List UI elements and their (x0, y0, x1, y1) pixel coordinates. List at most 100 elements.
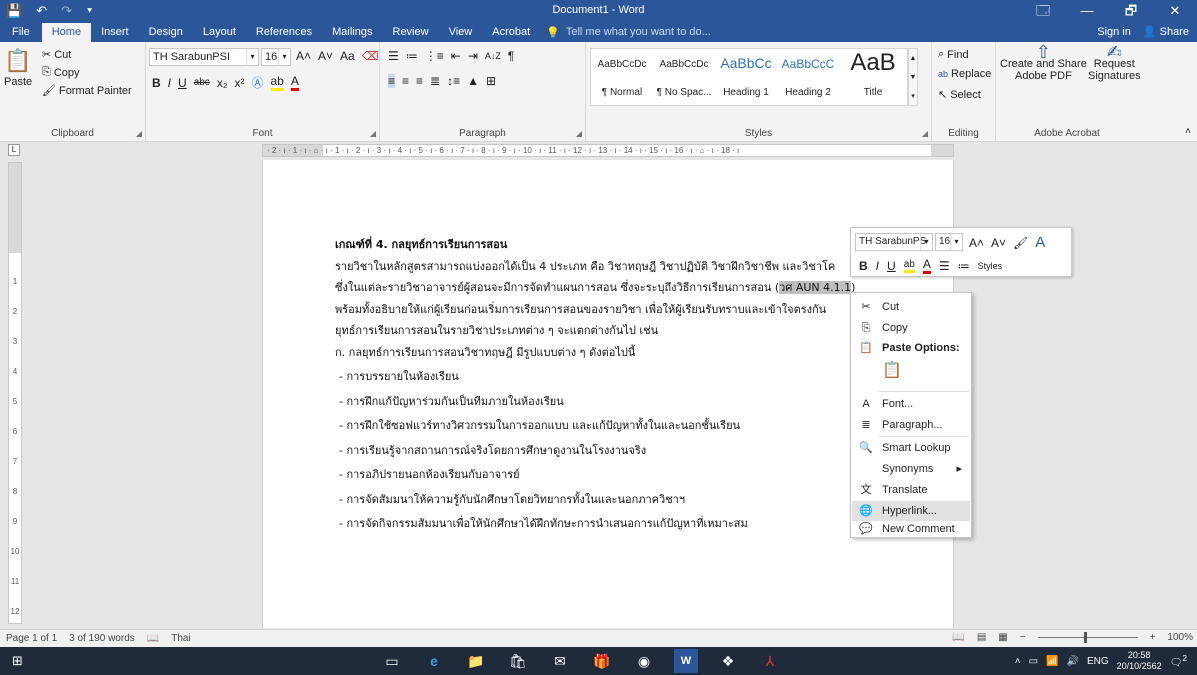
italic-icon[interactable]: I (876, 259, 879, 273)
style-heading-2[interactable]: AaBbCcC Heading 2 (777, 49, 839, 105)
text-effects-icon[interactable]: Ⓐ (251, 74, 263, 91)
copy-button[interactable]: ⎘ Copy (42, 66, 80, 79)
bold-icon[interactable]: B (859, 259, 868, 273)
tab-layout[interactable]: Layout (193, 22, 246, 42)
gift-icon[interactable]: 🎁 (590, 649, 614, 673)
replace-button[interactable]: ab Replace (938, 68, 991, 80)
web-layout-icon[interactable]: ▦ (998, 632, 1007, 643)
tab-references[interactable]: References (246, 22, 322, 42)
tab-view[interactable]: View (439, 22, 483, 42)
tab-selector[interactable]: L (8, 144, 20, 156)
word-count[interactable]: 3 of 190 words (69, 633, 135, 644)
minimize-button[interactable]: — (1065, 0, 1109, 22)
multilevel-list-icon[interactable]: ⋮≡ (425, 49, 444, 63)
network-icon[interactable]: 📶 (1046, 656, 1058, 667)
menu-item-translate[interactable]: 文 Translate (852, 480, 970, 500)
app-icon[interactable]: ❖ (716, 649, 740, 673)
find-button[interactable]: ⌕ Find (938, 48, 969, 61)
page-count[interactable]: Page 1 of 1 (6, 633, 57, 644)
decrease-indent-icon[interactable]: ⇤ (451, 49, 461, 63)
read-mode-icon[interactable]: 📖 (952, 632, 964, 643)
show-marks-button[interactable]: ¶ (508, 49, 514, 63)
bullets-icon[interactable]: ☰ (388, 49, 399, 63)
select-button[interactable]: ↖ Select (938, 88, 981, 102)
style-normal[interactable]: AaBbCcDc ¶ Normal (591, 49, 653, 105)
numbering-icon[interactable]: ≔ (406, 49, 418, 63)
format-painter-icon[interactable]: 🖌 (1013, 236, 1028, 250)
menu-item-hyperlink[interactable]: 🌐 Hyperlink... (852, 501, 970, 521)
mini-font-combo[interactable]: TH SarabunPS ▾ (855, 233, 933, 251)
format-painter-button[interactable]: 🖌 Format Painter (42, 84, 132, 98)
menu-item-new-comment[interactable]: 💬 New Comment (852, 519, 970, 539)
superscript-button[interactable]: x² (234, 76, 244, 90)
highlight-icon[interactable]: ab (270, 74, 284, 91)
tab-home[interactable]: Home (41, 23, 92, 43)
bullets-icon[interactable]: ☰ (939, 259, 950, 273)
file-explorer-icon[interactable]: 📁 (464, 649, 488, 673)
volume-icon[interactable]: 🔊 (1066, 656, 1078, 667)
font-color-icon[interactable]: A (922, 257, 931, 274)
language-indicator[interactable]: Thai (171, 633, 190, 644)
edge-icon[interactable]: e (422, 649, 446, 673)
zoom-in-icon[interactable]: + (1150, 632, 1156, 643)
vertical-ruler[interactable]: 1 2 3 4 5 6 7 8 9 10 11 12 (8, 162, 22, 624)
shrink-font-button[interactable]: A˅ (318, 49, 333, 63)
underline-icon[interactable]: U (887, 259, 896, 273)
style-no-spacing[interactable]: AaBbCcDc ¶ No Spac... (653, 49, 715, 105)
show-hidden-icon[interactable]: ˄ (1015, 656, 1021, 667)
menu-item-cut[interactable]: ✂ Cut (852, 297, 970, 317)
horizontal-ruler[interactable]: · 2 · ı · 1 · ı · ⌂ · ı · 1 · ı · 2 · ı … (262, 144, 954, 157)
mail-icon[interactable]: ✉ (548, 649, 572, 673)
input-language[interactable]: ENG (1087, 656, 1109, 667)
grow-font-button[interactable]: A˄ (296, 49, 311, 63)
font-size-combo[interactable]: 16 ▾ (261, 48, 291, 66)
zoom-out-icon[interactable]: − (1020, 632, 1026, 643)
style-title[interactable]: AaB Title (839, 49, 907, 105)
styles-launcher-icon[interactable]: ◢ (922, 129, 928, 138)
clear-formatting-icon[interactable]: ⌫ (362, 49, 379, 63)
mini-styles-button[interactable]: Styles (978, 261, 1003, 271)
chevron-up-icon[interactable]: ▲ (909, 49, 917, 68)
windows-start-icon[interactable]: ⊞ (12, 653, 23, 669)
tab-acrobat[interactable]: Acrobat (482, 22, 540, 42)
cut-button[interactable]: ✂ Cut (42, 48, 71, 62)
align-right-icon[interactable]: ≡ (416, 74, 423, 88)
share-button[interactable]: 👤 Share (1143, 22, 1189, 42)
sort-button[interactable]: A↓Z (485, 51, 501, 61)
line-spacing-icon[interactable]: ↕≡ (447, 74, 460, 88)
zoom-level[interactable]: 100% (1167, 632, 1193, 643)
align-center-icon[interactable]: ≡ (402, 74, 409, 88)
mini-size-combo[interactable]: 16 ▾ (935, 233, 963, 251)
chrome-icon[interactable]: ◉ (632, 649, 656, 673)
numbering-icon[interactable]: ≔ (958, 259, 970, 273)
menu-item-copy[interactable]: ⎘ Copy (852, 318, 970, 338)
paste-button[interactable]: 📋 Paste (4, 48, 32, 88)
clipboard-launcher-icon[interactable]: ◢ (136, 129, 142, 138)
menu-item-smart-lookup[interactable]: 🔍 Smart Lookup (852, 438, 970, 458)
highlight-icon[interactable]: ab (903, 259, 915, 273)
grow-font-icon[interactable]: A˄ (969, 236, 984, 250)
paste-keep-text-option[interactable]: 📋 (852, 361, 970, 387)
borders-icon[interactable]: ⊞ (486, 74, 496, 88)
justify-icon[interactable]: ≣ (430, 74, 440, 88)
task-view-icon[interactable]: ▭ (380, 649, 404, 673)
chevron-down-icon[interactable]: ▼ (909, 68, 917, 87)
request-signatures-button[interactable]: ✍ Request Signatures (1088, 43, 1141, 82)
change-case-button[interactable]: Aa (340, 49, 355, 63)
italic-button[interactable]: I (168, 76, 171, 90)
tab-review[interactable]: Review (383, 22, 439, 42)
zoom-slider[interactable] (1037, 632, 1138, 643)
underline-button[interactable]: U (178, 76, 187, 90)
notification-icon[interactable]: 🗨2 (1170, 653, 1187, 668)
battery-icon[interactable]: ▭ (1029, 656, 1038, 667)
zoom-thumb[interactable] (1083, 632, 1087, 643)
create-share-pdf-button[interactable]: ⇧ Create and Share Adobe PDF (1000, 43, 1087, 82)
tab-insert[interactable]: Insert (91, 22, 139, 42)
tab-file[interactable]: File (0, 22, 42, 42)
menu-item-font[interactable]: A Font... (852, 394, 970, 414)
menu-item-paragraph[interactable]: ≣ Paragraph... (852, 415, 970, 435)
styles-icon[interactable]: A (1035, 234, 1045, 251)
more-icon[interactable]: ▾ (909, 87, 917, 106)
ribbon-display-icon[interactable]: 🗔 (1021, 0, 1065, 22)
word-icon[interactable]: W (674, 649, 698, 673)
